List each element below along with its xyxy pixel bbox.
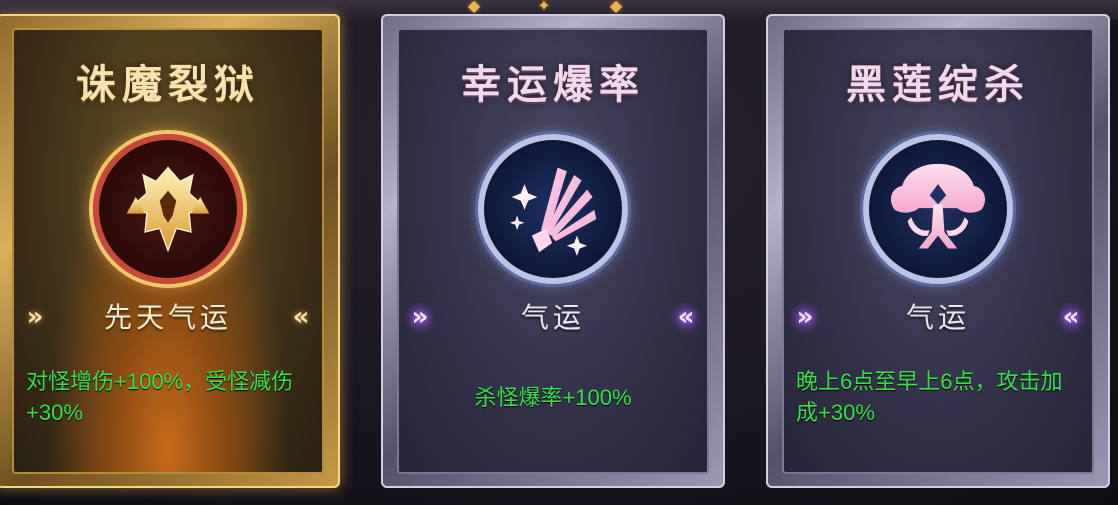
card-subtitle: 气运 (520, 301, 585, 334)
double-chevron-right-icon: » (788, 302, 822, 334)
arrow-ornament-icon: ◆ (467, 0, 481, 15)
card-description: 杀怪爆率+100% (474, 385, 632, 410)
tree-lotus-emblem-icon (863, 134, 1013, 284)
fan-sparkle-emblem-icon (478, 134, 628, 284)
card-title: 幸运爆率 (461, 61, 645, 108)
card-description: 晚上6点至早上6点，攻击加成+30% (796, 369, 1063, 425)
subtitle-row: » 先天气运 « (18, 296, 318, 340)
double-chevron-left-icon: « (292, 302, 310, 332)
arrow-ornament-icon: ◆ (609, 0, 623, 15)
swirl-ornament-icon: ✦ (537, 0, 551, 15)
subtitle-row: » 气运 « (403, 296, 703, 340)
fortune-card-zhumo[interactable]: 诛魔裂狱 » 先天气运 « 对怪增伤+100%，受怪减伤+30% (0, 14, 340, 488)
double-chevron-right-icon: » (26, 302, 44, 332)
card-description: 对怪增伤+100%，受怪减伤+30% (26, 369, 294, 425)
double-chevron-left-icon: « (669, 302, 703, 334)
card-title: 诛魔裂狱 (76, 61, 260, 108)
card-subtitle: 先天气运 (103, 301, 232, 334)
card-subtitle: 气运 (905, 301, 970, 334)
fortune-card-heilian[interactable]: 黑莲绽杀 » 气运 « 晚上6点至早上6点，攻击加成+30% (766, 14, 1110, 488)
demon-lion-emblem-icon (93, 134, 243, 284)
subtitle-row: » 气运 « (788, 296, 1088, 340)
card-selection-screen: ◆ ✦ ◆ 诛魔裂狱 » 先天气运 « 对怪增伤+100%，受怪减伤+30% 幸… (0, 0, 1118, 505)
double-chevron-left-icon: « (1054, 302, 1088, 334)
double-chevron-right-icon: » (403, 302, 437, 334)
card-title: 黑莲绽杀 (846, 61, 1030, 108)
fortune-card-xingyun[interactable]: 幸运爆率 » 气运 « 杀怪爆率+100% (381, 14, 725, 488)
